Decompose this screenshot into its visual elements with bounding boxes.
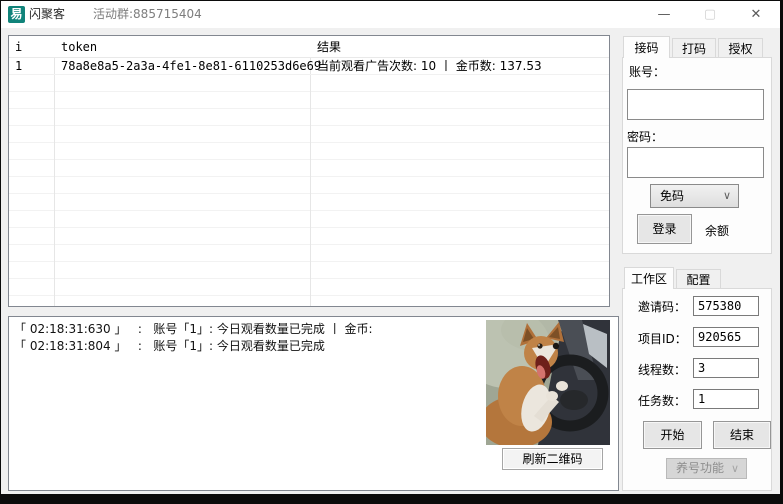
activity-group-label: 活动群:885715404 <box>93 1 202 28</box>
window-edge-shadow <box>0 494 783 504</box>
tab-workspace[interactable]: 工作区 <box>624 267 674 289</box>
project-id-input[interactable] <box>693 327 759 347</box>
window-title: 闪聚客 <box>29 1 65 28</box>
log-line: 「 02:18:31:630 」 : 账号「1」: 今日观看数量已完成 丨 金币… <box>14 321 373 338</box>
username-label: 账号： <box>629 64 665 80</box>
column-divider <box>54 36 55 306</box>
balance-label: 余额 <box>705 222 729 239</box>
start-button[interactable]: 开始 <box>643 421 702 449</box>
code-mode-dropdown[interactable]: 免码 ∨ <box>650 184 739 208</box>
task-count-label: 任务数： <box>638 393 686 409</box>
account-nurture-value: 养号功能 <box>676 461 724 475</box>
task-count-input[interactable] <box>693 389 759 409</box>
token-table: i token 结果 1 78a8e8a5-2a3a-4fe1-8e81-611… <box>8 35 610 307</box>
log-panel[interactable]: 「 02:18:31:630 」 : 账号「1」: 今日观看数量已完成 丨 金币… <box>8 316 619 491</box>
row-result-cell: 当前观看广告次数: 10 丨 金币数: 137.53 <box>311 58 609 75</box>
minimize-icon[interactable]: — <box>641 1 687 28</box>
account-nurture-dropdown: 养号功能 ∨ <box>666 458 747 479</box>
column-header-result: 结果 <box>311 36 609 58</box>
table-row[interactable]: 1 78a8e8a5-2a3a-4fe1-8e81-6110253d6e69 当… <box>9 58 609 75</box>
code-mode-value: 免码 <box>660 189 684 203</box>
table-header: i token 结果 <box>9 36 609 58</box>
dog-photo <box>486 320 610 445</box>
column-divider <box>310 36 311 306</box>
stop-button[interactable]: 结束 <box>713 421 771 449</box>
tab-config[interactable]: 配置 <box>676 269 721 289</box>
app-window: 易 闪聚客 活动群:885715404 — ▢ ✕ i token 结果 1 7… <box>1 1 780 494</box>
title-bar: 易 闪聚客 活动群:885715404 — ▢ ✕ <box>1 1 780 28</box>
thread-count-input[interactable] <box>693 358 759 378</box>
table-empty-grid <box>9 75 609 306</box>
password-input[interactable] <box>627 147 764 178</box>
password-label: 密码： <box>627 129 663 145</box>
column-header-i: i <box>9 36 54 58</box>
tab-authorize[interactable]: 授权 <box>718 38 763 58</box>
project-id-label: 项目ID： <box>638 331 687 347</box>
tab-receive-code[interactable]: 接码 <box>623 36 670 58</box>
tab-solve-code[interactable]: 打码 <box>672 38 716 58</box>
close-icon[interactable]: ✕ <box>733 1 779 28</box>
invite-code-label: 邀请码： <box>638 299 686 315</box>
thread-count-label: 线程数： <box>638 362 686 378</box>
column-header-token: token <box>55 36 310 58</box>
row-index-cell: 1 <box>9 58 54 75</box>
refresh-qr-button[interactable]: 刷新二维码 <box>502 448 603 470</box>
chevron-down-icon: ∨ <box>723 185 731 207</box>
username-input[interactable] <box>627 89 764 120</box>
log-line: 「 02:18:31:804 」 : 账号「1」: 今日观看数量已完成 <box>14 338 325 355</box>
invite-code-input[interactable] <box>693 296 759 316</box>
maximize-icon[interactable]: ▢ <box>687 1 733 28</box>
app-logo-icon: 易 <box>8 6 25 23</box>
login-button[interactable]: 登录 <box>637 214 692 244</box>
chevron-down-icon: ∨ <box>731 459 739 478</box>
row-token-cell: 78a8e8a5-2a3a-4fe1-8e81-6110253d6e69 <box>55 58 310 75</box>
